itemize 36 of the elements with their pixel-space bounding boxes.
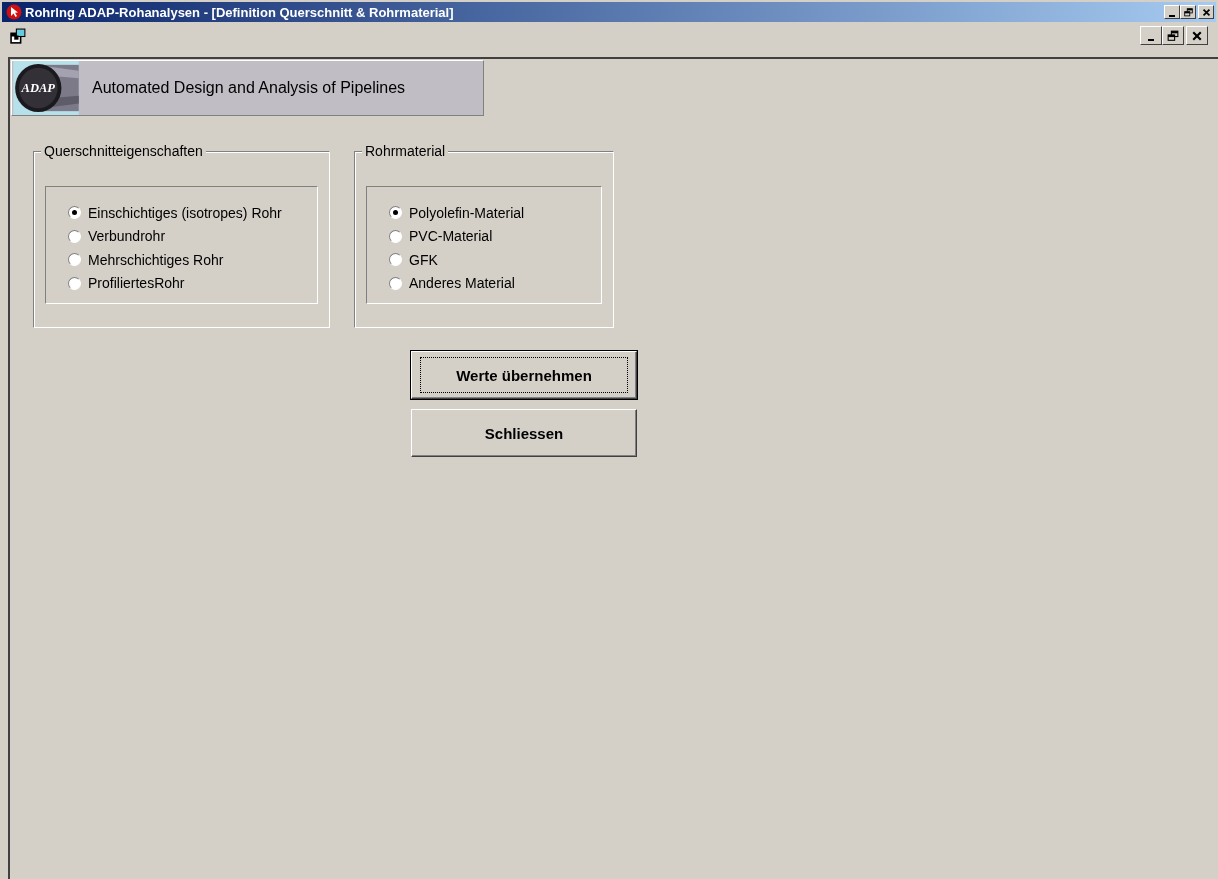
minimize-icon [1169, 14, 1175, 17]
logo: ADAP [12, 61, 80, 115]
app-icon [6, 4, 22, 20]
banner-title: Automated Design and Analysis of Pipelines [92, 79, 406, 97]
option-label[interactable]: Einschichtiges (isotropes) Rohr [88, 204, 282, 221]
window-icon[interactable] [10, 28, 27, 45]
radio-button[interactable] [68, 253, 81, 267]
option-label[interactable]: GFK [409, 251, 438, 268]
minimize-button[interactable] [1164, 5, 1180, 19]
radio-button[interactable] [389, 229, 402, 243]
minimize-button[interactable] [1140, 26, 1162, 45]
option-label[interactable]: Polyolefin-Material [409, 204, 525, 221]
restore-button[interactable] [1180, 5, 1196, 19]
option-label[interactable]: ProfiliertesRohr [88, 275, 185, 292]
radio-button[interactable] [68, 206, 81, 220]
radio-button[interactable] [68, 276, 81, 290]
group-title: Querschnitteigenschaften [41, 143, 206, 159]
restore-button[interactable] [1162, 26, 1184, 45]
option-label[interactable]: Mehrschichtiges Rohr [88, 251, 224, 268]
close-icon [1200, 6, 1212, 18]
close-button[interactable] [1198, 5, 1214, 19]
push-button[interactable]: Werte übernehmen [411, 351, 637, 399]
option-label[interactable]: Verbundrohr [88, 228, 166, 245]
radio-button[interactable] [389, 276, 402, 290]
option-label[interactable]: PVC-Material [409, 228, 493, 245]
push-button[interactable]: Schliessen [411, 409, 637, 457]
window-title: Rohrlng ADAP-Rohanalysen - [Definition Querschnitt & Rohrmaterial] [25, 4, 455, 20]
restore-icon [1182, 6, 1194, 18]
radio-button[interactable] [389, 206, 402, 220]
close-button[interactable] [1186, 26, 1208, 45]
radio-button[interactable] [389, 253, 402, 267]
restore-icon [1166, 28, 1180, 43]
radio-button[interactable] [68, 229, 81, 243]
minimize-icon [1147, 39, 1155, 41]
option-label[interactable]: Anderes Material [409, 275, 515, 292]
group-title: Rohrmaterial [362, 143, 449, 159]
